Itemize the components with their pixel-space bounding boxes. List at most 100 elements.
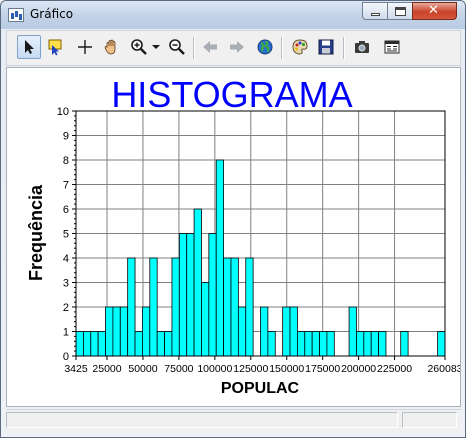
histogram-bar	[437, 331, 446, 357]
y-axis-label: Frequência	[26, 184, 46, 281]
y-tick-label: 7	[63, 180, 69, 192]
minimize-button[interactable]	[362, 2, 388, 20]
back-button[interactable]	[198, 35, 222, 59]
histogram-bar	[356, 331, 365, 357]
histogram-bar	[97, 331, 106, 357]
y-tick-label: 8	[63, 155, 69, 167]
crosshair-icon	[78, 40, 92, 54]
y-tick-label: 4	[63, 253, 69, 265]
histogram-bar	[319, 331, 328, 357]
histogram-bar	[105, 306, 114, 357]
save-button[interactable]	[314, 35, 338, 59]
window-title: Gráfico	[30, 7, 74, 21]
camera-icon	[355, 41, 369, 53]
histogram-bar	[289, 306, 298, 357]
x-tick-label: 50000	[128, 363, 157, 375]
y-tick-label: 1	[63, 327, 69, 339]
chart-title: HISTOGRAMA	[111, 74, 352, 115]
chart-app-icon	[8, 8, 24, 22]
y-tick-label: 0	[63, 351, 69, 363]
histogram-bar	[149, 257, 158, 357]
histogram-bar	[119, 306, 129, 357]
histogram-bar	[230, 257, 239, 357]
histogram-bar	[267, 331, 276, 357]
histogram-bar	[134, 331, 143, 357]
histogram-bar	[326, 331, 335, 357]
x-tick-label: 25000	[92, 363, 121, 375]
identify-button[interactable]	[43, 35, 67, 59]
histogram-bar	[156, 331, 165, 357]
zoom-dropdown-button[interactable]	[150, 35, 162, 59]
y-tick-label: 10	[57, 106, 69, 118]
zoom-out-button[interactable]	[165, 35, 189, 59]
title-bar[interactable]: Gráfico ✕	[1, 1, 465, 29]
palette-icon	[292, 39, 308, 55]
histogram-bar	[378, 331, 387, 357]
x-tick-label: 100000	[197, 363, 232, 375]
pan-button[interactable]	[100, 35, 124, 59]
y-tick-label: 2	[63, 302, 69, 314]
x-axis-label: POPULAC	[221, 380, 300, 397]
status-bar	[6, 409, 461, 432]
status-cell-main	[6, 412, 398, 428]
crosshair-button[interactable]	[73, 35, 97, 59]
back-arrow-icon	[203, 41, 217, 53]
maximize-button[interactable]	[387, 2, 413, 20]
histogram-bar	[304, 331, 313, 357]
histogram-bar	[400, 331, 409, 357]
close-button[interactable]: ✕	[412, 2, 457, 20]
select-arrow-button[interactable]	[17, 35, 41, 59]
x-tick-label: 3425	[64, 363, 88, 375]
x-tick-label: 200000	[341, 363, 376, 375]
window-properties-icon	[384, 40, 400, 54]
x-tick-label: 125000	[233, 363, 268, 375]
globe-icon	[257, 39, 273, 55]
histogram-bar	[127, 257, 136, 357]
properties-button[interactable]	[380, 35, 404, 59]
histogram-bar	[90, 331, 99, 357]
histogram-bar	[178, 233, 188, 357]
maximize-icon	[395, 7, 406, 16]
x-tick-label: 225000	[377, 363, 412, 375]
x-tick-label: 150000	[269, 363, 304, 375]
pan-hand-icon	[104, 39, 116, 55]
histogram-bar	[370, 331, 379, 357]
histogram-bar	[296, 331, 306, 357]
histogram-bar	[171, 257, 180, 357]
histogram-bar	[186, 233, 195, 357]
histogram-bar	[223, 257, 232, 357]
histogram-bar	[237, 306, 247, 357]
full-extent-button[interactable]	[253, 35, 277, 59]
histogram-bar	[112, 306, 121, 357]
histogram-bar	[260, 306, 269, 357]
forward-arrow-icon	[230, 41, 244, 53]
zoom-in-button[interactable]	[127, 35, 151, 59]
histogram-bar	[245, 257, 254, 357]
histogram-bar	[282, 306, 291, 357]
histogram-bar	[82, 331, 92, 357]
y-tick-label: 9	[63, 131, 69, 143]
colors-button[interactable]	[288, 35, 312, 59]
close-icon: ✕	[428, 3, 439, 18]
plot-area: HISTOGRAMA 0 1 2 3 4 5 6 7 8 9 10 3425 25000 50000 75…	[6, 67, 463, 407]
y-tick-label: 3	[63, 278, 69, 290]
histogram-bar	[215, 159, 225, 357]
x-tick-label: 75000	[164, 363, 193, 375]
histogram-bar	[193, 208, 202, 357]
forward-button[interactable]	[225, 35, 249, 59]
status-cell-secondary	[402, 412, 457, 428]
snapshot-button[interactable]	[350, 35, 374, 59]
select-arrow-icon	[25, 40, 34, 54]
x-axis-ticks: 3425 25000 50000 75000 100000 125000 150000 175…	[64, 356, 463, 375]
x-tick-label: 175000	[305, 363, 340, 375]
histogram-bar	[363, 331, 372, 357]
histogram-bar	[311, 331, 320, 357]
toolbar-separator	[343, 37, 344, 59]
zoom-in-icon	[131, 39, 147, 55]
histogram-bar	[348, 306, 357, 357]
histogram-bar	[208, 233, 217, 357]
zoom-out-icon	[169, 39, 185, 55]
chart-window: Gráfico ✕ HISTOGRAMA 0 1 2 3 4 5 6 7 8 9…	[0, 0, 466, 438]
toolbar	[6, 30, 461, 66]
y-axis-ticks: 0 1 2 3 4 5 6 7 8 9 10	[57, 106, 76, 363]
